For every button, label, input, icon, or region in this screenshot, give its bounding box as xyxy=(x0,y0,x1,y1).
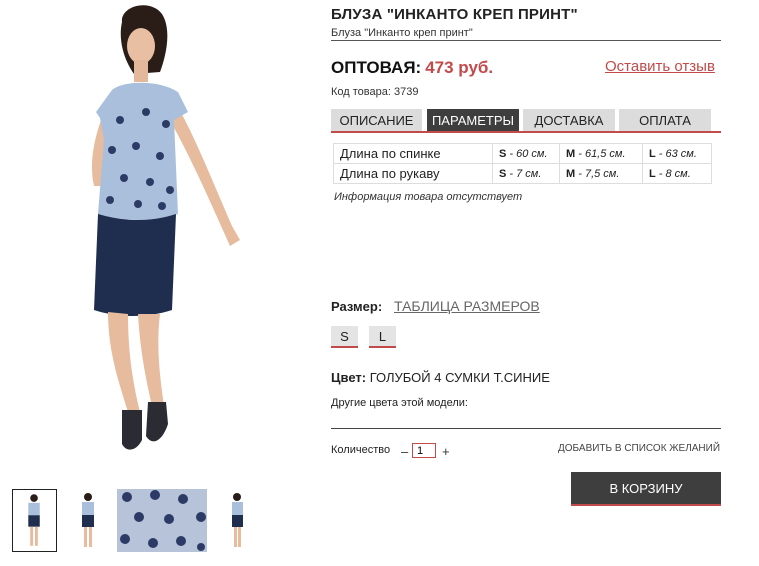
price-row: ОПТОВАЯ: 473 руб. xyxy=(331,58,493,78)
color-value: ГОЛУБОЙ 4 СУМКИ Т.СИНИЕ xyxy=(369,370,550,385)
product-title: БЛУЗА "ИНКАНТО КРЕП ПРИНТ" xyxy=(331,6,578,23)
tab-parameters[interactable]: ПАРАМЕТРЫ xyxy=(427,109,519,131)
info-missing-note: Информация товара отсутствует xyxy=(334,191,523,203)
price-label: ОПТОВАЯ: xyxy=(331,58,422,77)
param-value-s: S - 7 см. xyxy=(492,163,560,184)
param-value-m: M - 61,5 см. xyxy=(559,143,643,164)
color-divider xyxy=(331,428,721,429)
size-measure: - 61,5 см. xyxy=(575,147,626,160)
size-measure: - 8 см. xyxy=(655,167,691,180)
param-value-m: M - 7,5 см. xyxy=(559,163,643,184)
add-to-wishlist-link[interactable]: ДОБАВИТЬ В СПИСОК ЖЕЛАНИЙ xyxy=(558,443,720,454)
thumbnail-4[interactable] xyxy=(215,489,260,552)
tab-payment-label: ОПЛАТА xyxy=(639,112,691,128)
tab-delivery[interactable]: ДОСТАВКА xyxy=(523,109,615,131)
leave-review-link[interactable]: Оставить отзыв xyxy=(605,58,715,75)
size-chart-link[interactable]: ТАБЛИЦА РАЗМЕРОВ xyxy=(394,298,540,314)
quantity-label: Количество xyxy=(331,444,391,456)
other-colors-label: Другие цвета этой модели: xyxy=(331,397,468,409)
title-divider xyxy=(331,40,721,41)
size-letter: M xyxy=(566,147,576,160)
color-row: Цвет: ГОЛУБОЙ 4 СУМКИ Т.СИНИЕ xyxy=(331,370,550,385)
size-measure: - 60 см. xyxy=(506,147,548,160)
thumbnail-3[interactable] xyxy=(117,489,207,552)
parameters-table: Длина по спинке S - 60 см. M - 61,5 см. … xyxy=(333,143,712,184)
thumbnail-1[interactable] xyxy=(12,489,57,552)
size-option-s[interactable]: S xyxy=(331,326,358,348)
thumbnail-3-fabric-image xyxy=(120,490,206,551)
size-measure: - 63 см. xyxy=(655,147,697,160)
tab-payment[interactable]: ОПЛАТА xyxy=(619,109,711,131)
quantity-increase-button[interactable]: + xyxy=(442,444,450,459)
product-sku: Код товара: 3739 xyxy=(331,86,419,98)
param-name: Длина по рукаву xyxy=(333,163,493,184)
thumbnail-2[interactable] xyxy=(66,489,111,552)
table-row: Длина по спинке S - 60 см. M - 61,5 см. … xyxy=(333,143,712,164)
table-row: Длина по рукаву S - 7 см. M - 7,5 см. L … xyxy=(333,163,712,184)
thumbnail-4-image xyxy=(232,493,243,547)
add-to-cart-label: В КОРЗИНУ xyxy=(609,480,683,496)
size-label: Размер: xyxy=(331,299,383,314)
tabs-underline xyxy=(331,131,721,133)
add-to-cart-button[interactable]: В КОРЗИНУ xyxy=(571,472,721,506)
param-name: Длина по спинке xyxy=(333,143,493,164)
tab-description[interactable]: ОПИСАНИЕ xyxy=(331,109,422,131)
param-value-s: S - 60 см. xyxy=(492,143,560,164)
param-value-l: L - 63 см. xyxy=(642,143,712,164)
size-letter: M xyxy=(566,167,576,180)
size-measure: - 7,5 см. xyxy=(575,167,620,180)
price-value: 473 руб. xyxy=(425,58,494,77)
size-measure: - 7 см. xyxy=(506,167,542,180)
param-value-l: L - 8 см. xyxy=(642,163,712,184)
color-label: Цвет: xyxy=(331,370,367,385)
product-subtitle: Блуза "Инканто креп принт" xyxy=(331,27,473,39)
thumbnail-1-image xyxy=(28,494,40,546)
tab-description-label: ОПИСАНИЕ xyxy=(339,112,414,128)
tab-delivery-label: ДОСТАВКА xyxy=(534,112,604,128)
quantity-input[interactable] xyxy=(412,443,436,458)
size-letter: L xyxy=(649,147,656,160)
tab-parameters-label: ПАРАМЕТРЫ xyxy=(431,112,515,128)
size-letter: L xyxy=(649,167,656,180)
thumbnail-2-image xyxy=(82,493,94,547)
product-main-photo[interactable] xyxy=(0,0,300,470)
quantity-decrease-button[interactable]: – xyxy=(401,444,408,459)
size-option-l[interactable]: L xyxy=(369,326,396,348)
